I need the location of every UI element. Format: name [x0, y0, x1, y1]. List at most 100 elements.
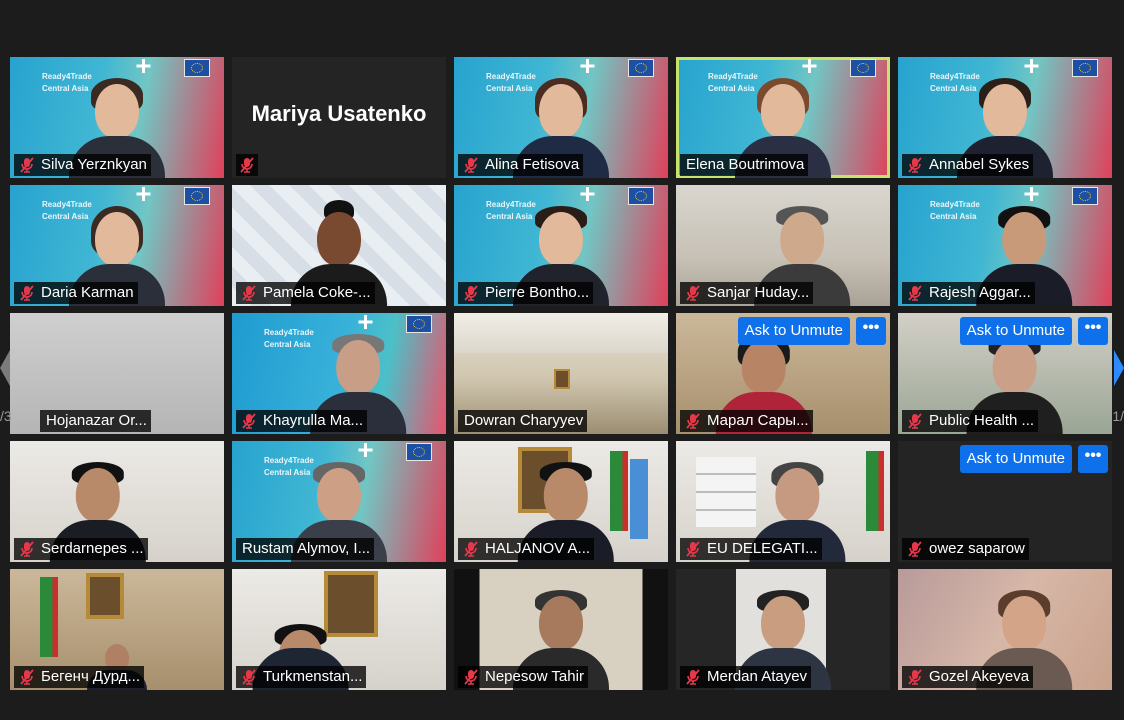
- unmute-controls: Ask to Unmute •••: [959, 445, 1108, 473]
- participant-name-label: Elena Boutrimova: [680, 154, 809, 176]
- video-tile[interactable]: Nepesow Tahir: [454, 569, 668, 690]
- eu-flag-icon: [1072, 59, 1098, 77]
- turkmenistan-flag: [40, 577, 58, 657]
- video-tile-active-speaker[interactable]: Ready4Trade Central Asia Elena Boutrimova: [676, 57, 890, 178]
- video-tile[interactable]: Ready4Trade Central Asia Rajesh Aggar...: [898, 185, 1112, 306]
- participant-name-label: Бегенч Дурд...: [14, 666, 145, 688]
- page-indicator-right: 1/: [1112, 408, 1124, 424]
- more-options-button[interactable]: •••: [1078, 317, 1108, 345]
- itc-logo-icon: [580, 59, 594, 73]
- participant-name-label: Nepesow Tahir: [458, 666, 588, 688]
- eu-flag-icon: [1072, 187, 1098, 205]
- video-tile[interactable]: Ready4Trade Central Asia Alina Fetisova: [454, 57, 668, 178]
- participant-name-label: Hojanazar Or...: [40, 410, 151, 432]
- video-tile[interactable]: Hojanazar Or...: [10, 313, 224, 434]
- eu-flag-icon: [184, 59, 210, 77]
- muted-mic-icon: [682, 282, 704, 304]
- next-page-button[interactable]: 1/: [1110, 350, 1124, 424]
- video-tile[interactable]: Ready4Trade Central Asia Annabel Sykes: [898, 57, 1112, 178]
- bookshelf: [696, 457, 756, 527]
- muted-mic-icon: [16, 666, 38, 688]
- video-tile[interactable]: Ask to Unmute ••• owez saparow: [898, 441, 1112, 562]
- chevron-right-icon: [1114, 350, 1124, 386]
- gallery-grid: Ready4Trade Central Asia Silva Yerznkyan …: [10, 57, 1112, 690]
- chevron-left-icon: [0, 350, 10, 386]
- page-indicator-left: /3: [0, 408, 12, 424]
- ask-to-unmute-button[interactable]: Ask to Unmute: [737, 317, 850, 345]
- video-tile[interactable]: Ask to Unmute ••• Public Health ...: [898, 313, 1112, 434]
- video-tile[interactable]: Ready4Trade Central Asia Daria Karman: [10, 185, 224, 306]
- video-tile[interactable]: Бегенч Дурд...: [10, 569, 224, 690]
- eu-flag-icon: [628, 187, 654, 205]
- video-tile[interactable]: Dowran Charyyev: [454, 313, 668, 434]
- video-tile[interactable]: Ready4Trade Central Asia Silva Yerznkyan: [10, 57, 224, 178]
- more-options-button[interactable]: •••: [1078, 445, 1108, 473]
- participant-name-label: Sanjar Huday...: [680, 282, 814, 304]
- participant-name-label: Serdarnepes ...: [14, 538, 148, 560]
- muted-mic-icon: [682, 410, 704, 432]
- muted-mic-icon: [16, 154, 38, 176]
- eu-flag-icon: [406, 315, 432, 333]
- participant-name-label: owez saparow: [902, 538, 1029, 560]
- video-tile[interactable]: Ready4Trade Central Asia Pierre Bontho...: [454, 185, 668, 306]
- participant-name-label: Gozel Akeyeva: [902, 666, 1034, 688]
- video-tile[interactable]: EU DELEGATI...: [676, 441, 890, 562]
- ask-to-unmute-button[interactable]: Ask to Unmute: [959, 317, 1072, 345]
- itc-logo-icon: [136, 187, 150, 201]
- participant-name-label: Dowran Charyyev: [458, 410, 588, 432]
- itc-logo-icon: [1024, 59, 1038, 73]
- muted-mic-icon: [16, 538, 38, 560]
- unmute-controls: Ask to Unmute •••: [959, 317, 1108, 345]
- muted-mic-icon: [460, 154, 482, 176]
- muted-mic-icon: [682, 538, 704, 560]
- eu-flag-icon: [628, 59, 654, 77]
- video-tile[interactable]: Ask to Unmute ••• Марал Сары...: [676, 313, 890, 434]
- unmute-controls: Ask to Unmute •••: [737, 317, 886, 345]
- previous-page-button[interactable]: /3: [0, 350, 12, 424]
- participant-name-label: HALJANOV A...: [458, 538, 595, 560]
- muted-mic-icon: [460, 666, 482, 688]
- eu-flag-icon: [850, 59, 876, 77]
- participant-name-label: Alina Fetisova: [458, 154, 584, 176]
- muted-mic-icon: [460, 538, 482, 560]
- video-tile[interactable]: Merdan Atayev: [676, 569, 890, 690]
- muted-mic-icon: [460, 282, 482, 304]
- portrait-frame: [554, 369, 570, 389]
- un-flag: [630, 459, 648, 539]
- itc-logo-icon: [802, 59, 816, 73]
- turkmenistan-flag: [866, 451, 884, 531]
- itc-logo-icon: [358, 443, 372, 457]
- video-tile[interactable]: Mariya Usatenko: [232, 57, 446, 178]
- video-tile[interactable]: Pamela Coke-...: [232, 185, 446, 306]
- muted-mic-icon: [236, 154, 258, 176]
- muted-mic-icon: [682, 666, 704, 688]
- muted-mic-icon: [904, 282, 926, 304]
- participant-name-label: Annabel Sykes: [902, 154, 1034, 176]
- more-options-button[interactable]: •••: [856, 317, 886, 345]
- room-ceiling: [454, 313, 668, 353]
- video-tile[interactable]: Gozel Akeyeva: [898, 569, 1112, 690]
- brand-text: Ready4Trade Central Asia: [930, 200, 980, 221]
- video-tile[interactable]: HALJANOV A...: [454, 441, 668, 562]
- muted-mic-icon: [904, 666, 926, 688]
- video-tile[interactable]: Turkmenstan...: [232, 569, 446, 690]
- itc-logo-icon: [358, 315, 372, 329]
- participant-name-label: Daria Karman: [14, 282, 138, 304]
- participant-name-label: Rajesh Aggar...: [902, 282, 1035, 304]
- eu-flag-icon: [406, 443, 432, 461]
- muted-mic-icon: [238, 410, 260, 432]
- video-tile[interactable]: Ready4Trade Central Asia Rustam Alymov, I…: [232, 441, 446, 562]
- video-tile[interactable]: Serdarnepes ...: [10, 441, 224, 562]
- ask-to-unmute-button[interactable]: Ask to Unmute: [959, 445, 1072, 473]
- itc-logo-icon: [136, 59, 150, 73]
- muted-mic-icon: [238, 282, 260, 304]
- participant-name-label: Марал Сары...: [680, 410, 813, 432]
- participant-name-label: Pierre Bontho...: [458, 282, 594, 304]
- video-tile[interactable]: Sanjar Huday...: [676, 185, 890, 306]
- muted-mic-icon: [238, 666, 260, 688]
- itc-logo-icon: [580, 187, 594, 201]
- muted-mic-icon: [16, 282, 38, 304]
- muted-mic-icon: [904, 538, 926, 560]
- video-tile[interactable]: Ready4Trade Central Asia Khayrulla Ma...: [232, 313, 446, 434]
- participant-name-label: Pamela Coke-...: [236, 282, 375, 304]
